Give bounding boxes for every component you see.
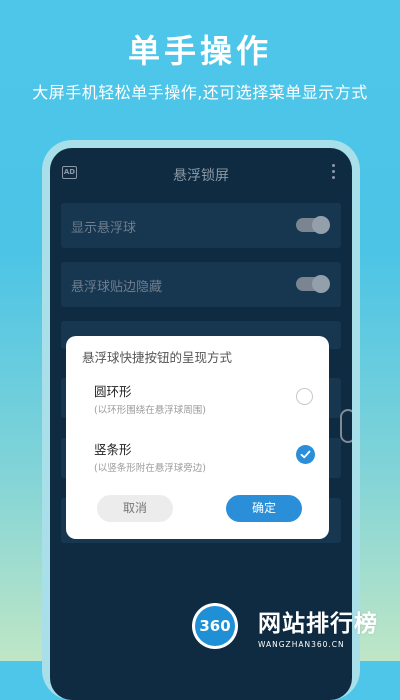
presentation-style-dialog: 悬浮球快捷按钮的呈现方式 圆环形 (以环形围绕在悬浮球周围) 竖条形 (以竖条形… <box>66 336 329 539</box>
app-title: 悬浮锁屏 <box>173 168 229 184</box>
option-bar-title[interactable]: 竖条形 <box>94 439 132 458</box>
watermark-name: 网站排行榜 <box>258 611 378 637</box>
ok-button[interactable]: 确定 <box>226 495 302 522</box>
radio-bar-checked[interactable] <box>296 445 315 464</box>
check-icon <box>300 450 311 459</box>
cancel-button[interactable]: 取消 <box>97 495 173 522</box>
watermark-logo-text: 360 <box>195 606 235 646</box>
option-ring-desc: (以环形围绕在悬浮球周围) <box>94 405 206 416</box>
app-bar: AD 悬浮锁屏 <box>50 148 352 200</box>
toggle-switch[interactable] <box>296 275 330 293</box>
float-ball-handle[interactable] <box>340 409 352 443</box>
radio-ring[interactable] <box>296 388 313 405</box>
toggle-switch[interactable] <box>296 216 330 234</box>
setting-show-float-ball[interactable]: 显示悬浮球 <box>61 203 341 248</box>
watermark-url: WANGZHAN360.CN <box>258 640 345 649</box>
option-bar-desc: (以竖条形附在悬浮球旁边) <box>94 463 206 474</box>
more-vertical-icon[interactable] <box>332 164 336 180</box>
watermark-logo: 360 <box>192 603 238 649</box>
dialog-title: 悬浮球快捷按钮的呈现方式 <box>82 350 233 365</box>
promo-title: 单手操作 <box>127 32 272 70</box>
promo-subtitle: 大屏手机轻松单手操作,还可选择菜单显示方式 <box>32 83 368 102</box>
option-ring-title[interactable]: 圆环形 <box>94 381 132 400</box>
setting-edge-hide[interactable]: 悬浮球贴边隐藏 <box>61 262 341 307</box>
setting-label: 悬浮球贴边隐藏 <box>71 280 163 295</box>
setting-label: 显示悬浮球 <box>71 221 137 236</box>
